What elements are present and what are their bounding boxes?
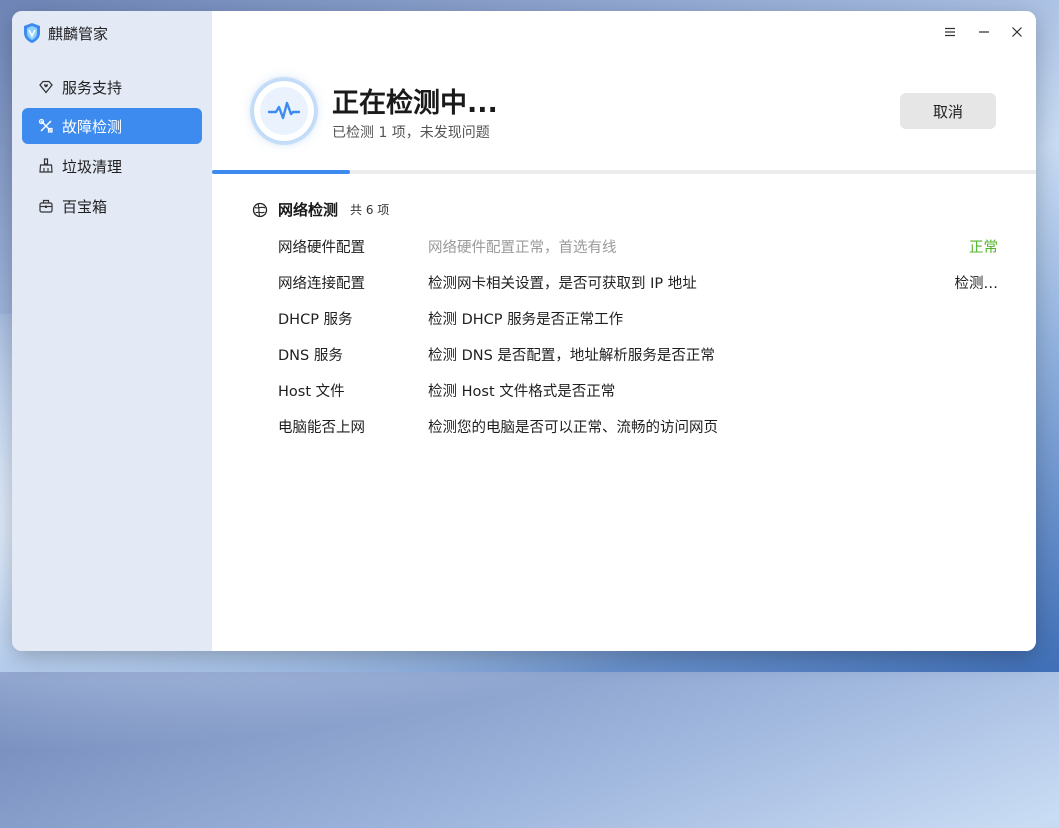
minimize-button[interactable] [972, 21, 996, 43]
app-window: 麒麟管家 服务支持 故障检测 垃圾清理 百宝箱 正在检测中... 已检测 1 项… [12, 11, 1036, 651]
diamond-heart-icon [38, 79, 54, 95]
menu-button[interactable] [938, 21, 962, 43]
row-description: 检测您的电脑是否可以正常、流畅的访问网页 [428, 420, 718, 436]
app-logo-icon [24, 23, 40, 43]
detection-summary: 已检测 1 项，未发现问题 [332, 125, 490, 141]
row-name: 网络硬件配置 [278, 240, 365, 256]
sidebar-item-label: 垃圾清理 [62, 157, 123, 176]
sidebar-item-label: 百宝箱 [62, 197, 108, 216]
sidebar-item-fault-detection[interactable]: 故障检测 [22, 108, 202, 144]
table-row: 网络连接配置 检测网卡相关设置，是否可获取到 IP 地址 检测… [278, 272, 998, 294]
tools-icon [38, 118, 54, 134]
section-header: 网络检测 共 6 项 [252, 199, 389, 220]
sidebar-item-toolbox[interactable]: 百宝箱 [22, 188, 202, 224]
cancel-button[interactable]: 取消 [900, 93, 996, 129]
page-title: 正在检测中... [332, 88, 498, 119]
row-name: 网络连接配置 [278, 276, 365, 292]
network-globe-icon [252, 202, 268, 217]
row-description: 网络硬件配置正常，首选有线 [428, 240, 617, 256]
row-description: 检测网卡相关设置，是否可获取到 IP 地址 [428, 276, 697, 292]
row-name: Host 文件 [278, 384, 345, 400]
progress-fill [212, 170, 350, 174]
table-row: DNS 服务 检测 DNS 是否配置，地址解析服务是否正常 [278, 344, 998, 366]
sidebar-item-label: 故障检测 [62, 117, 123, 136]
sidebar-item-service-support[interactable]: 服务支持 [22, 69, 202, 105]
row-status: 检测… [954, 276, 999, 292]
app-title: 麒麟管家 [22, 21, 108, 45]
row-description: 检测 Host 文件格式是否正常 [428, 384, 616, 400]
row-name: DHCP 服务 [278, 312, 353, 328]
sidebar: 麒麟管家 服务支持 故障检测 垃圾清理 百宝箱 [12, 11, 212, 651]
row-name: DNS 服务 [278, 348, 343, 364]
table-row: 电脑能否上网 检测您的电脑是否可以正常、流畅的访问网页 [278, 416, 998, 438]
row-description: 检测 DNS 是否配置，地址解析服务是否正常 [428, 348, 715, 364]
toolbox-icon [38, 198, 54, 214]
sidebar-item-label: 服务支持 [62, 78, 123, 97]
progress-bar [212, 170, 1036, 174]
table-row: 网络硬件配置 网络硬件配置正常，首选有线 正常 [278, 236, 998, 258]
table-row: Host 文件 检测 Host 文件格式是否正常 [278, 380, 998, 402]
close-button[interactable] [1005, 21, 1029, 43]
pulse-icon [267, 101, 301, 120]
close-icon [1012, 27, 1022, 37]
menu-icon [945, 27, 955, 37]
detection-status-indicator [254, 81, 314, 141]
sidebar-item-junk-cleanup[interactable]: 垃圾清理 [22, 148, 202, 184]
broom-icon [38, 158, 54, 174]
row-name: 电脑能否上网 [278, 420, 365, 436]
row-description: 检测 DHCP 服务是否正常工作 [428, 312, 624, 328]
section-title: 网络检测 [278, 201, 339, 219]
minimize-icon [979, 31, 989, 33]
section-count: 共 6 项 [350, 203, 390, 217]
main-panel: 正在检测中... 已检测 1 项，未发现问题 取消 网络检测 共 6 项 网络硬… [212, 11, 1036, 651]
row-status: 正常 [969, 240, 998, 256]
app-name: 麒麟管家 [48, 24, 109, 43]
table-row: DHCP 服务 检测 DHCP 服务是否正常工作 [278, 308, 998, 330]
